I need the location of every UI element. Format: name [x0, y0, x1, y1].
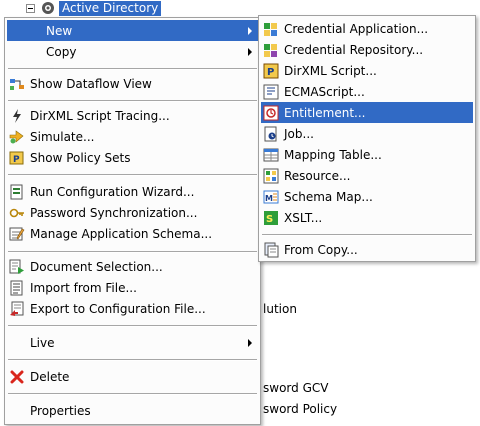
menu-item-label: Properties: [30, 403, 91, 418]
menu-item-copy[interactable]: Copy: [7, 41, 258, 62]
new-submenu: Credential Application... Credential Rep…: [258, 15, 476, 262]
menu-item-label: Delete: [30, 369, 70, 384]
credential-repo-icon: [263, 42, 279, 58]
menu-item-label: Schema Map...: [284, 189, 373, 204]
menu-separator: [8, 100, 257, 102]
submenu-item-schema-map[interactable]: M Schema Map...: [261, 186, 473, 207]
active-directory-icon: [40, 1, 56, 15]
from-copy-icon: [263, 242, 279, 258]
tree-node-partial: lution: [263, 302, 297, 316]
password-sync-icon: [9, 205, 25, 221]
menu-item-label: Import from File...: [30, 280, 137, 295]
submenu-item-xslt[interactable]: S XSLT...: [261, 207, 473, 228]
menu-item-run-configuration-wizard[interactable]: Run Configuration Wizard...: [7, 181, 258, 202]
collapse-icon[interactable]: [26, 3, 35, 13]
menu-item-properties[interactable]: Properties: [7, 400, 258, 421]
context-menu: New Copy Show Dataflow View DirXML Scrip…: [4, 17, 261, 425]
menu-item-label: DirXML Script Tracing...: [30, 108, 170, 123]
entitlement-icon: [263, 105, 279, 121]
menu-item-simulate[interactable]: Simulate...: [7, 126, 258, 147]
menu-separator: [262, 234, 472, 236]
menu-item-label: Show Dataflow View: [30, 76, 152, 91]
menu-separator: [8, 325, 257, 327]
schema-map-icon: M: [263, 189, 279, 205]
menu-item-delete[interactable]: Delete: [7, 366, 258, 387]
menu-separator: [8, 251, 257, 253]
menu-item-show-policy-sets[interactable]: P Show Policy Sets: [7, 147, 258, 168]
submenu-item-credential-repository[interactable]: Credential Repository...: [261, 39, 473, 60]
menu-item-label: Entitlement...: [284, 105, 366, 120]
trace-icon: [9, 108, 25, 124]
resource-icon: [263, 168, 279, 184]
wizard-icon: [9, 184, 25, 200]
menu-item-label: Live: [30, 335, 55, 350]
tree-node-partial: sword Policy: [263, 402, 338, 416]
menu-item-import-from-file[interactable]: Import from File...: [7, 277, 258, 298]
menu-item-label: Document Selection...: [30, 259, 163, 274]
tree-node-active-directory[interactable]: Active Directory: [26, 0, 162, 16]
submenu-item-credential-application[interactable]: Credential Application...: [261, 18, 473, 39]
dirxml-script-icon: P: [263, 63, 279, 79]
menu-item-label: ECMAScript...: [284, 84, 365, 99]
menu-item-label: Copy: [46, 44, 77, 59]
ecmascript-icon: [263, 84, 279, 100]
menu-separator: [8, 359, 257, 361]
tree-node-label: Active Directory: [59, 0, 162, 16]
menu-item-label: Mapping Table...: [284, 147, 382, 162]
menu-item-live[interactable]: Live: [7, 332, 258, 353]
submenu-arrow-icon: [248, 47, 252, 56]
menu-item-new[interactable]: New: [7, 20, 258, 41]
schema-icon: [9, 226, 25, 242]
mapping-table-icon: [263, 147, 279, 163]
menu-item-show-dataflow-view[interactable]: Show Dataflow View: [7, 73, 258, 94]
menu-item-label: DirXML Script...: [284, 63, 377, 78]
menu-item-export-to-configuration-file[interactable]: Export to Configuration File...: [7, 298, 258, 319]
dataflow-icon: [9, 76, 25, 92]
policy-sets-icon: P: [9, 150, 25, 166]
menu-item-label: Show Policy Sets: [30, 150, 131, 165]
submenu-arrow-icon: [248, 338, 252, 347]
menu-separator: [8, 393, 257, 395]
svg-text:P: P: [267, 67, 274, 78]
menu-item-label: Simulate...: [30, 129, 95, 144]
menu-separator: [8, 174, 257, 176]
menu-item-label: Export to Configuration File...: [30, 301, 206, 316]
submenu-item-resource[interactable]: Resource...: [261, 165, 473, 186]
export-icon: [9, 301, 25, 317]
import-icon: [9, 280, 25, 296]
submenu-item-mapping-table[interactable]: Mapping Table...: [261, 144, 473, 165]
submenu-item-entitlement[interactable]: Entitlement...: [261, 102, 473, 123]
submenu-item-dirxml-script[interactable]: P DirXML Script...: [261, 60, 473, 81]
document-icon: [9, 259, 25, 275]
submenu-arrow-icon: [248, 26, 252, 35]
menu-item-label: Password Synchronization...: [30, 205, 198, 220]
menu-item-manage-application-schema[interactable]: Manage Application Schema...: [7, 223, 258, 244]
submenu-item-ecmascript[interactable]: ECMAScript...: [261, 81, 473, 102]
svg-text:M: M: [265, 194, 273, 203]
credential-app-icon: [263, 21, 279, 37]
menu-item-dirxml-script-tracing[interactable]: DirXML Script Tracing...: [7, 105, 258, 126]
simulate-icon: [9, 129, 25, 145]
delete-x-icon: [9, 369, 25, 385]
submenu-item-from-copy[interactable]: From Copy...: [261, 239, 473, 260]
menu-item-label: XSLT...: [284, 210, 323, 225]
menu-item-label: Manage Application Schema...: [30, 226, 213, 241]
menu-item-label: Run Configuration Wizard...: [30, 184, 195, 199]
job-icon: [263, 126, 279, 142]
xslt-icon: S: [263, 210, 279, 226]
svg-text:P: P: [13, 155, 20, 165]
menu-item-label: New: [46, 23, 73, 38]
tree-node-partial: sword GCV: [263, 381, 329, 395]
menu-item-label: Credential Repository...: [284, 42, 424, 57]
menu-separator: [8, 68, 257, 70]
menu-item-label: Job...: [284, 126, 314, 141]
submenu-item-job[interactable]: Job...: [261, 123, 473, 144]
menu-item-document-selection[interactable]: Document Selection...: [7, 256, 258, 277]
menu-item-label: From Copy...: [284, 242, 358, 257]
menu-item-label: Credential Application...: [284, 21, 429, 36]
svg-text:S: S: [266, 214, 273, 225]
menu-item-label: Resource...: [284, 168, 351, 183]
menu-item-password-synchronization[interactable]: Password Synchronization...: [7, 202, 258, 223]
